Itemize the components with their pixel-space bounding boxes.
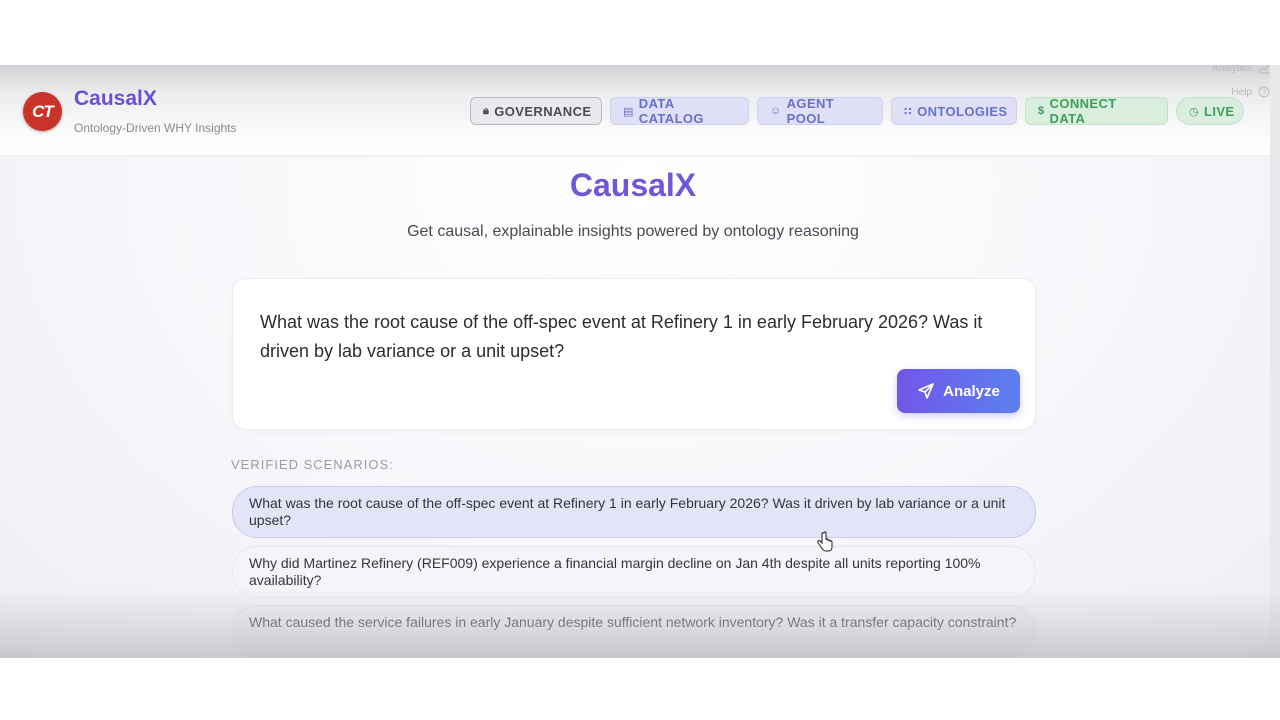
- nav-governance[interactable]: 🔒︎ GOVERNANCE: [470, 97, 602, 125]
- nav-agent-pool[interactable]: ☺ AGENT POOL: [757, 96, 883, 126]
- help-link[interactable]: Help ?: [1231, 86, 1270, 98]
- verified-scenarios-label: VERIFIED SCENARIOS:: [231, 457, 394, 472]
- nav-live[interactable]: ◷ LIVE: [1176, 97, 1244, 125]
- nav-data-catalog[interactable]: ▤ DATA CATALOG: [610, 96, 749, 126]
- brand-name: CausalX: [74, 87, 157, 110]
- analytics-label: Analytics: [1211, 65, 1252, 74]
- table-icon: ▤: [623, 105, 634, 118]
- nav-connect-data[interactable]: $ CONNECT DATA: [1025, 96, 1168, 126]
- analyze-label: Analyze: [943, 382, 1000, 400]
- nav-live-label: LIVE: [1204, 103, 1235, 119]
- scenario-item[interactable]: What was the root cause of the off-spec …: [232, 486, 1036, 538]
- scenario-item[interactable]: Why did Martinez Refinery (REF009) exper…: [232, 546, 1036, 598]
- app-window: CT CausalX Ontology-Driven WHY Insights …: [0, 65, 1280, 658]
- nav-agent-pool-label: AGENT POOL: [786, 96, 835, 126]
- query-input[interactable]: What was the root cause of the off-spec …: [260, 308, 1000, 366]
- chart-icon: [1258, 65, 1270, 74]
- scrollbar[interactable]: [1270, 65, 1280, 658]
- grid-icon: ∷: [904, 105, 913, 118]
- nav-connect-data-label: CONNECT DATA: [1049, 96, 1117, 126]
- lock-icon: 🔒︎: [483, 104, 490, 117]
- query-box[interactable]: What was the root cause of the off-spec …: [232, 278, 1036, 430]
- nav-ontologies[interactable]: ∷ ONTOLOGIES: [891, 97, 1017, 125]
- logo: CT: [23, 92, 62, 131]
- analyze-button[interactable]: Analyze: [897, 369, 1020, 413]
- nav-data-catalog-label: DATA CATALOG: [638, 96, 704, 126]
- page-title: CausalX: [569, 167, 697, 203]
- page-subtitle: Get causal, explainable insights powered…: [407, 223, 859, 240]
- scenario-item[interactable]: What caused the service failures in earl…: [232, 605, 1036, 657]
- hand-cursor-icon: [817, 531, 833, 552]
- help-label: Help: [1231, 86, 1252, 98]
- send-icon: [918, 383, 934, 399]
- users-icon: ☺: [770, 105, 782, 117]
- header-divider: [0, 155, 1280, 157]
- clock-icon: ◷: [1189, 105, 1199, 118]
- nav-governance-label: GOVERNANCE: [494, 103, 592, 119]
- analytics-link[interactable]: Analytics: [1212, 65, 1270, 74]
- nav-ontologies-label: ONTOLOGIES: [917, 103, 1008, 119]
- dollar-icon: $: [1038, 105, 1045, 117]
- svg-text:?: ?: [1262, 88, 1267, 97]
- brand-tagline: Ontology-Driven WHY Insights: [74, 121, 237, 135]
- help-icon: ?: [1258, 86, 1270, 98]
